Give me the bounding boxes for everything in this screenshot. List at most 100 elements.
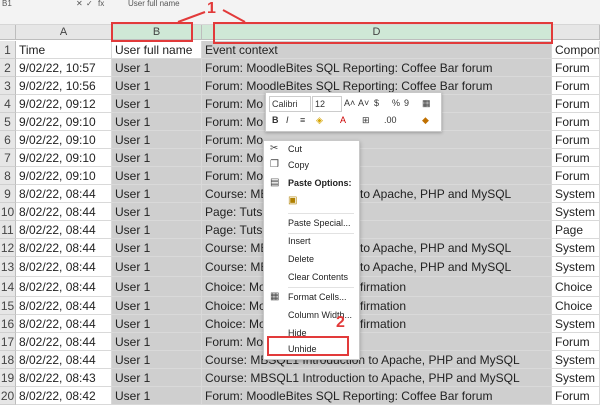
cell-user-header[interactable]: User full name xyxy=(112,41,202,59)
align-icon[interactable]: ≡ xyxy=(300,113,305,127)
menu-item-cut[interactable]: Cut xyxy=(288,141,302,157)
cell-component[interactable]: Forum xyxy=(552,333,600,351)
cell-context[interactable]: Page: Tuts xyxy=(202,203,552,221)
cell-time[interactable]: 8/02/22, 08:44 xyxy=(16,351,112,369)
cell-component[interactable]: Forum xyxy=(552,131,600,149)
comma-style-button[interactable]: 9 xyxy=(404,96,409,110)
cell-context[interactable]: Choice: Mo firmation xyxy=(202,297,552,315)
cell-time-header[interactable]: Time xyxy=(16,41,112,59)
cell-context[interactable]: Forum: Mo xyxy=(202,131,552,149)
cell-component[interactable]: Forum xyxy=(552,113,600,131)
cell-time[interactable]: 9/02/22, 09:12 xyxy=(16,95,112,113)
cell-component[interactable]: Choice xyxy=(552,277,600,297)
font-size-select[interactable]: 12 xyxy=(312,96,342,112)
formula-input[interactable]: User full name xyxy=(128,0,180,8)
cell-component[interactable]: Forum xyxy=(552,59,600,77)
cell-component[interactable]: Choice xyxy=(552,297,600,315)
cell-context[interactable]: Course: MB to Apache, PHP and MySQL xyxy=(202,257,552,277)
row-header[interactable]: 18 xyxy=(0,351,16,369)
cell-user[interactable]: User 1 xyxy=(112,95,202,113)
cell-time[interactable]: 9/02/22, 10:56 xyxy=(16,77,112,95)
cell-context[interactable]: Course: MB to Apache, PHP and MySQL xyxy=(202,239,552,257)
check-icon[interactable]: ✓ xyxy=(86,0,93,8)
currency-button[interactable]: $ xyxy=(374,96,379,110)
row-header[interactable]: 12 xyxy=(0,239,16,257)
cell-context[interactable]: Choice: Mo firmation xyxy=(202,315,552,333)
cell-component[interactable]: Forum xyxy=(552,149,600,167)
row-header[interactable]: 6 xyxy=(0,131,16,149)
cell-component[interactable]: System xyxy=(552,203,600,221)
cell-context[interactable]: Forum: Mo xyxy=(202,149,552,167)
column-header-a[interactable]: A xyxy=(16,25,112,40)
menu-item-delete[interactable]: Delete xyxy=(288,251,314,267)
decimal-icon[interactable]: .00 xyxy=(384,113,397,127)
cell-time[interactable]: 8/02/22, 08:44 xyxy=(16,221,112,239)
cell-user[interactable]: User 1 xyxy=(112,369,202,387)
row-header[interactable]: 20 xyxy=(0,387,16,405)
cell-time[interactable]: 9/02/22, 09:10 xyxy=(16,149,112,167)
cell-time[interactable]: 9/02/22, 09:10 xyxy=(16,167,112,185)
cell-time[interactable]: 8/02/22, 08:44 xyxy=(16,257,112,277)
cell-user[interactable]: User 1 xyxy=(112,315,202,333)
cell-component[interactable]: Forum xyxy=(552,387,600,405)
cell-context[interactable]: Forum: Mo xyxy=(202,333,552,351)
row-header[interactable]: 10 xyxy=(0,203,16,221)
cell-user[interactable]: User 1 xyxy=(112,239,202,257)
cell-user[interactable]: User 1 xyxy=(112,297,202,315)
row-header[interactable]: 1 xyxy=(0,41,16,59)
eraser-icon[interactable]: ◆ xyxy=(422,113,429,127)
cell-user[interactable]: User 1 xyxy=(112,277,202,297)
cell-time[interactable]: 9/02/22, 10:57 xyxy=(16,59,112,77)
borders-icon[interactable]: ⊞ xyxy=(362,113,370,127)
cell-user[interactable]: User 1 xyxy=(112,131,202,149)
cell-time[interactable]: 8/02/22, 08:44 xyxy=(16,239,112,257)
cell-time[interactable]: 9/02/22, 09:10 xyxy=(16,131,112,149)
cell-component[interactable]: System xyxy=(552,257,600,277)
row-header[interactable]: 5 xyxy=(0,113,16,131)
cell-component[interactable]: Page xyxy=(552,221,600,239)
cell-time[interactable]: 8/02/22, 08:44 xyxy=(16,315,112,333)
cell-component-header[interactable]: Compon xyxy=(552,41,600,59)
row-header[interactable]: 7 xyxy=(0,149,16,167)
cell-user[interactable]: User 1 xyxy=(112,257,202,277)
cell-component[interactable]: System xyxy=(552,351,600,369)
cell-user[interactable]: User 1 xyxy=(112,333,202,351)
cell-time[interactable]: 8/02/22, 08:44 xyxy=(16,185,112,203)
row-header[interactable]: 13 xyxy=(0,257,16,277)
name-box[interactable]: B1 xyxy=(2,0,12,8)
cell-time[interactable]: 9/02/22, 09:10 xyxy=(16,113,112,131)
font-name-select[interactable]: Calibri xyxy=(269,96,311,112)
format-painter-icon[interactable]: ▦ xyxy=(422,96,431,110)
font-color-icon[interactable]: A xyxy=(340,113,346,127)
cell-context[interactable]: Forum: Mo xyxy=(202,167,552,185)
row-header[interactable]: 8 xyxy=(0,167,16,185)
cell-user[interactable]: User 1 xyxy=(112,77,202,95)
menu-item-clear-contents[interactable]: Clear Contents xyxy=(288,269,348,285)
shrink-font-button[interactable]: A˅ xyxy=(358,96,369,110)
fill-color-icon[interactable]: ◈ xyxy=(316,113,323,127)
cell-component[interactable]: System xyxy=(552,369,600,387)
column-header-e[interactable] xyxy=(552,25,600,40)
cell-user[interactable]: User 1 xyxy=(112,387,202,405)
menu-item-insert[interactable]: Insert xyxy=(288,233,311,249)
cell-time[interactable]: 8/02/22, 08:43 xyxy=(16,369,112,387)
cell-component[interactable]: Forum xyxy=(552,77,600,95)
fx-label[interactable]: fx xyxy=(98,0,104,8)
cell-user[interactable]: User 1 xyxy=(112,113,202,131)
cell-context[interactable]: Course: MBSQL1 Introduction to Apache, P… xyxy=(202,351,552,369)
grow-font-button[interactable]: A˄ xyxy=(344,96,355,110)
cell-context[interactable]: Forum: MoodleBites SQL Reporting: Coffee… xyxy=(202,387,552,405)
row-header[interactable]: 2 xyxy=(0,59,16,77)
close-icon[interactable]: ✕ xyxy=(76,0,83,8)
row-header[interactable]: 17 xyxy=(0,333,16,351)
cell-user[interactable]: User 1 xyxy=(112,203,202,221)
cell-context[interactable]: Forum: MoodleBites SQL Reporting: Coffee… xyxy=(202,59,552,77)
cell-context[interactable]: Choice: Mo firmation xyxy=(202,277,552,297)
row-header[interactable]: 3 xyxy=(0,77,16,95)
menu-item-paste-special[interactable]: Paste Special... xyxy=(288,215,351,231)
cell-component[interactable]: Forum xyxy=(552,167,600,185)
cell-component[interactable]: Forum xyxy=(552,95,600,113)
cell-time[interactable]: 8/02/22, 08:42 xyxy=(16,387,112,405)
cell-user[interactable]: User 1 xyxy=(112,221,202,239)
cell-component[interactable]: System xyxy=(552,185,600,203)
